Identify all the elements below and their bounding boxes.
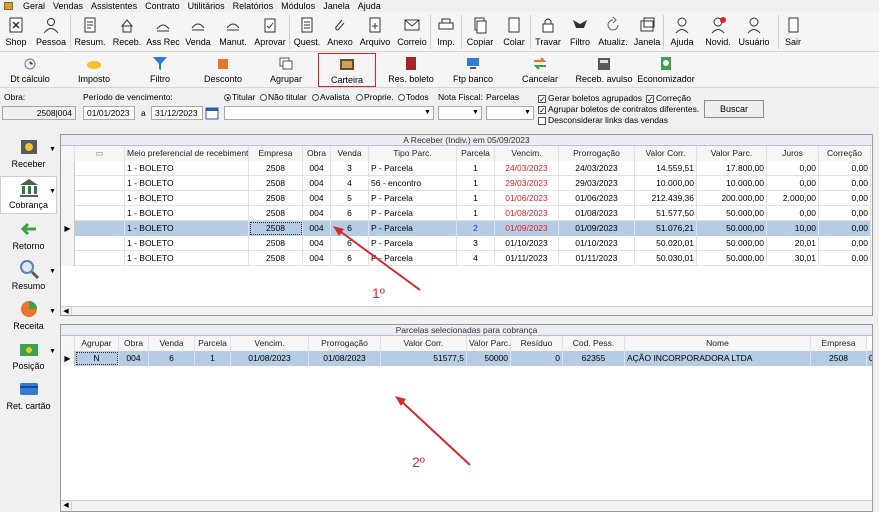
- annotation-overlay: [333, 226, 471, 466]
- annotation-arrowhead-1: [333, 226, 344, 236]
- annotation-arrow-2: [399, 399, 471, 466]
- annotation-arrow-1: [336, 228, 421, 291]
- annotation-label-2: 2º: [412, 454, 425, 470]
- annotation-label-1: 1º: [372, 285, 385, 301]
